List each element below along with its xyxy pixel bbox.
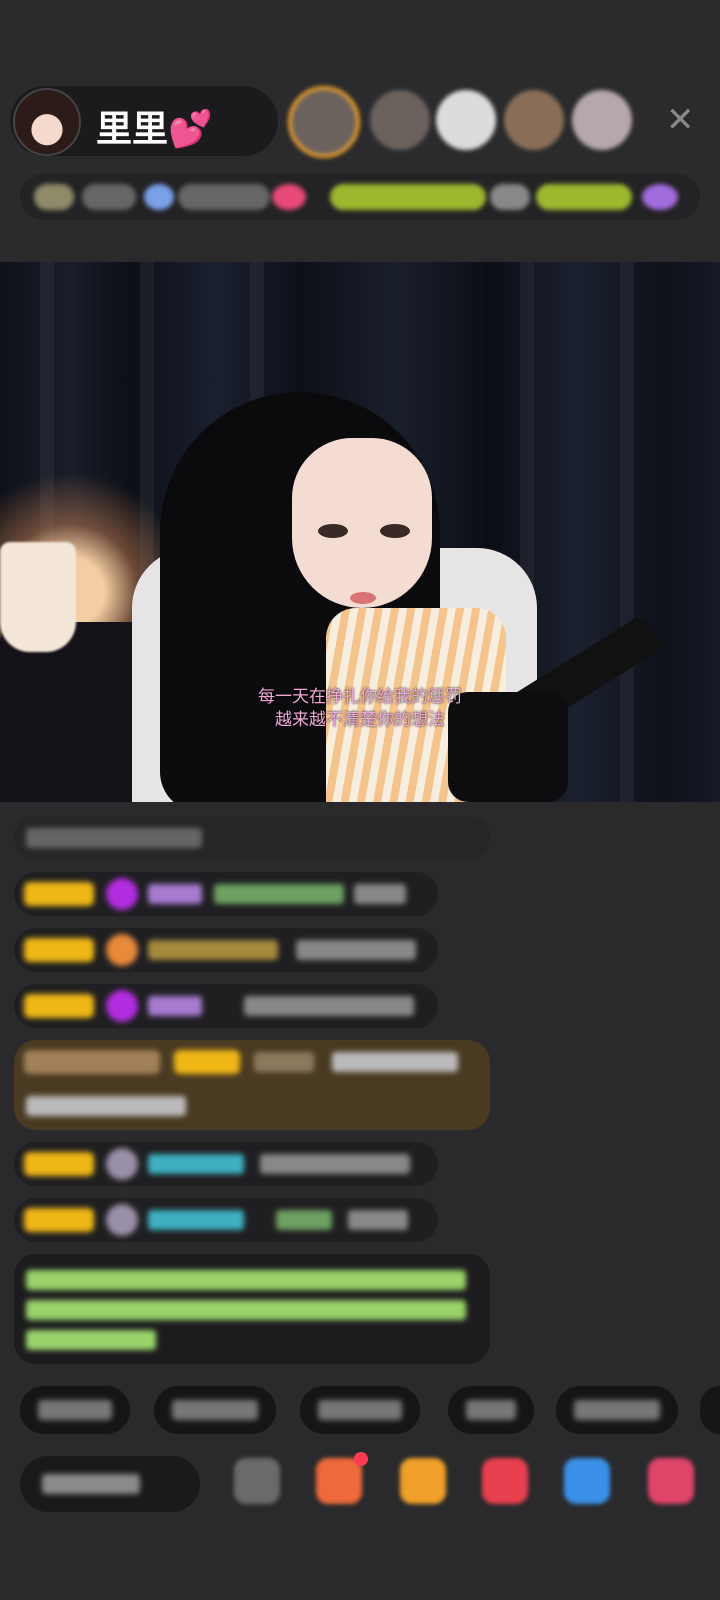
user-badge-icon: [106, 1148, 138, 1180]
ticker-icon: [144, 184, 174, 210]
quick-reply-button[interactable]: [448, 1386, 534, 1434]
quick-reply-button[interactable]: [556, 1386, 678, 1434]
chat-message: [14, 1142, 438, 1186]
message-text: [276, 1210, 332, 1230]
lamp: [0, 542, 76, 652]
lyrics-line: 越来越不清楚你的想法: [275, 710, 445, 730]
level-badge: [174, 1050, 240, 1074]
notice-text: [26, 1300, 466, 1320]
host-name: 里里💕: [96, 109, 213, 150]
viewer-avatar[interactable]: [370, 90, 430, 150]
message-text: [296, 940, 416, 960]
username[interactable]: [148, 940, 278, 960]
quick-reply-button[interactable]: [20, 1386, 130, 1434]
emoji-icon[interactable]: [234, 1458, 280, 1504]
quick-reply-button[interactable]: [154, 1386, 276, 1434]
ticker-icon: [642, 184, 678, 210]
quick-reply-bar: [0, 1386, 720, 1436]
viewer-avatar[interactable]: [288, 86, 360, 158]
ticker-text: [490, 184, 530, 210]
username[interactable]: [148, 996, 202, 1016]
announcement-ticker[interactable]: [20, 174, 700, 220]
ticker-text: [178, 184, 270, 210]
user-badge-icon: [106, 1204, 138, 1236]
message-text: [354, 884, 406, 904]
lyrics-line: 每一天在挣扎你给我的惩罚: [258, 687, 462, 707]
notification-dot: [354, 1452, 368, 1466]
ticker-text: [330, 184, 486, 210]
more-icon[interactable]: [648, 1458, 694, 1504]
message-text: [26, 828, 202, 848]
gift-icon[interactable]: [400, 1458, 446, 1504]
notice-text: [26, 1270, 466, 1290]
streamer-face: [292, 438, 432, 608]
eye: [380, 524, 410, 538]
avatar[interactable]: [13, 88, 81, 156]
message-text: [260, 1154, 410, 1174]
user-badge-icon: [106, 934, 138, 966]
chat-message: [14, 984, 438, 1028]
level-badge: [24, 882, 94, 906]
system-notice: [14, 1254, 490, 1364]
username[interactable]: [254, 1052, 314, 1072]
host-info-pill[interactable]: 里里💕: [10, 86, 278, 156]
message-text: [214, 884, 344, 904]
chat-message: [14, 872, 438, 916]
notice-text: [26, 1330, 156, 1350]
chat-message: [14, 1198, 438, 1242]
username[interactable]: [148, 884, 202, 904]
ticker-text: [82, 184, 136, 210]
chat-message-highlight: [14, 1040, 490, 1130]
message-text: [348, 1210, 408, 1230]
ticker-text: [536, 184, 632, 210]
viewer-avatar[interactable]: [572, 90, 632, 150]
chat-message: [14, 928, 438, 972]
message-text: [332, 1052, 458, 1072]
level-badge: [24, 1208, 94, 1232]
noble-badge: [24, 1050, 160, 1074]
viewer-avatar[interactable]: [436, 90, 496, 150]
level-badge: [24, 1152, 94, 1176]
game-icon[interactable]: [564, 1458, 610, 1504]
bottom-toolbar: [0, 1452, 720, 1522]
top-bar: 里里💕 ✕: [0, 0, 720, 250]
quick-reply-button[interactable]: [300, 1386, 420, 1434]
user-badge-icon: [106, 878, 138, 910]
ticker-icon: [272, 184, 306, 210]
eye: [318, 524, 348, 538]
chat-input[interactable]: [20, 1456, 200, 1512]
gift-icon[interactable]: [482, 1458, 528, 1504]
close-icon[interactable]: ✕: [666, 100, 695, 140]
username[interactable]: [148, 1154, 244, 1174]
username[interactable]: [148, 1210, 244, 1230]
quick-reply-button[interactable]: [700, 1386, 720, 1434]
lyrics-overlay: 每一天在挣扎你给我的惩罚 越来越不清楚你的想法: [0, 686, 720, 732]
viewer-avatar[interactable]: [504, 90, 564, 150]
user-badge-icon: [106, 990, 138, 1022]
level-badge: [24, 994, 94, 1018]
ticker-icon: [34, 184, 74, 210]
message-text: [26, 1096, 186, 1116]
message-text: [244, 996, 414, 1016]
mouth: [350, 592, 376, 604]
gift-icon[interactable]: [316, 1458, 362, 1504]
level-badge: [24, 938, 94, 962]
chat-message: [14, 816, 490, 860]
